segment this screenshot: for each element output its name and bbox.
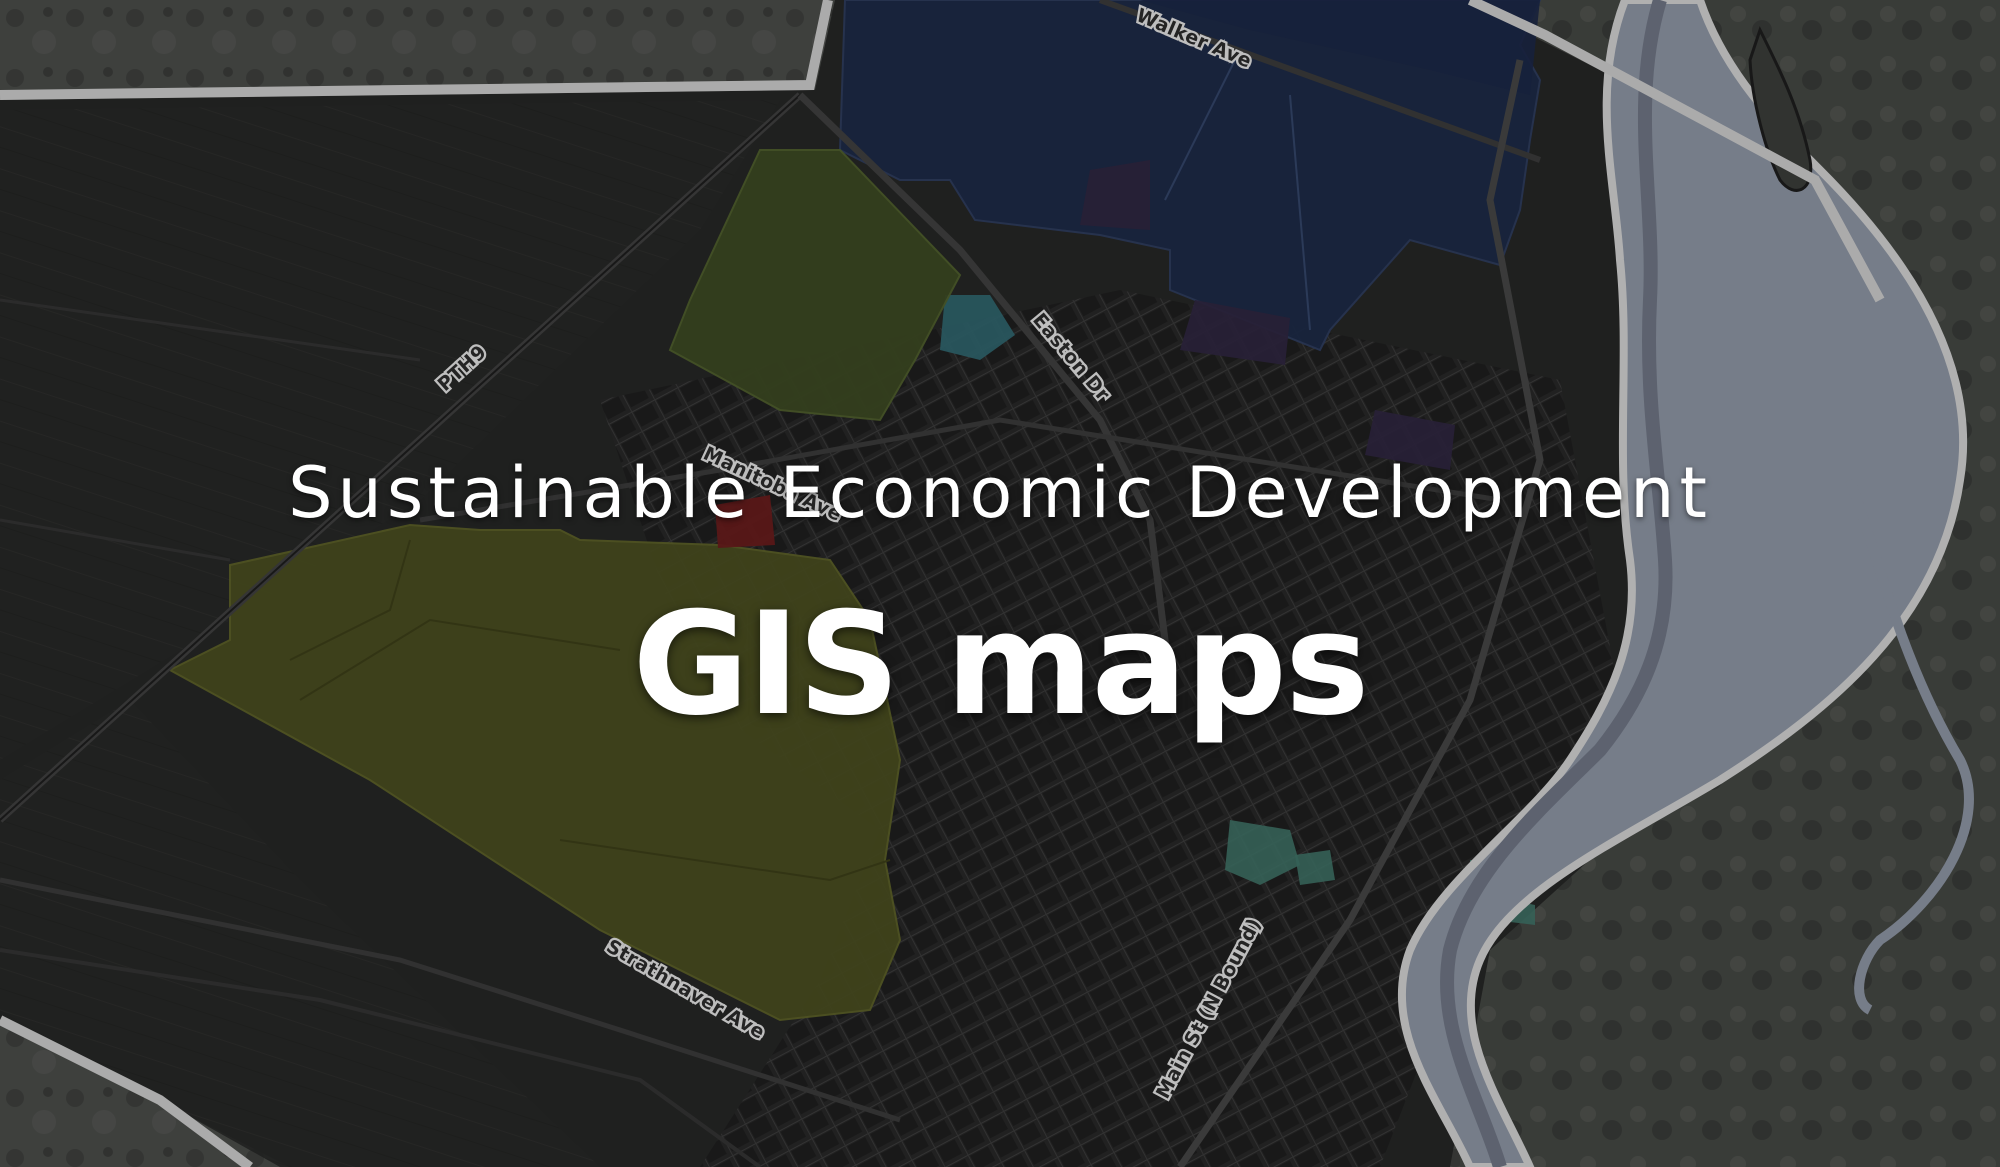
hero-subtitle: Sustainable Economic Development [288, 452, 1712, 534]
zone-residential-2 [1295, 850, 1335, 885]
hero-title: GIS maps [632, 582, 1369, 747]
hero-banner: Walker Ave PTH9 Easton Dr Manitoba Ave S… [0, 0, 2000, 1167]
zone-institutional-1 [1080, 160, 1150, 230]
